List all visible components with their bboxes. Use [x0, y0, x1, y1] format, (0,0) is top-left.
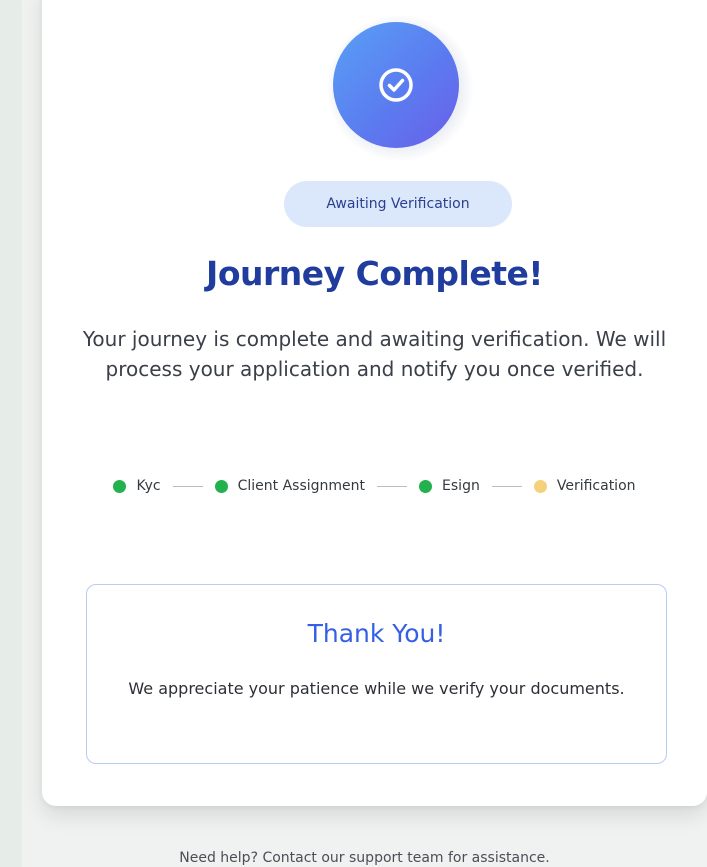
status-card: Awaiting Verification Journey Complete! … — [42, 0, 707, 806]
page-description: Your journey is complete and awaiting ve… — [82, 327, 667, 381]
step-status-dot — [533, 479, 547, 493]
step-client-assignment: Client Assignment — [214, 476, 419, 496]
thank-you-message: We appreciate your patience while we ver… — [128, 679, 625, 698]
step-label: Esign — [442, 478, 480, 494]
thank-you-title: Thank You! — [307, 619, 446, 648]
step-label: Client Assignment — [237, 478, 366, 494]
support-help-text: Need help? Contact our support team for … — [179, 850, 550, 866]
step-label: Kyc — [136, 478, 161, 494]
step-kyc: Kyc — [113, 476, 214, 496]
step-connector — [172, 485, 203, 487]
check-circle-icon — [379, 68, 413, 102]
step-connector — [491, 485, 522, 487]
page-background: Awaiting Verification Journey Complete! … — [22, 0, 707, 867]
page-title: Journey Complete! — [206, 254, 543, 293]
thank-you-box: Thank You! We appreciate your patience w… — [86, 584, 667, 764]
status-icon-circle — [333, 22, 459, 148]
step-status-dot — [419, 479, 433, 493]
step-verification: Verification — [533, 476, 636, 496]
status-badge: Awaiting Verification — [284, 181, 512, 227]
step-status-dot — [214, 479, 228, 493]
progress-steps: Kyc Client Assignment Esign Verification — [102, 476, 647, 496]
step-label: Verification — [556, 478, 636, 494]
step-status-dot — [113, 479, 127, 493]
step-esign: Esign — [419, 476, 534, 496]
step-connector — [377, 485, 408, 487]
